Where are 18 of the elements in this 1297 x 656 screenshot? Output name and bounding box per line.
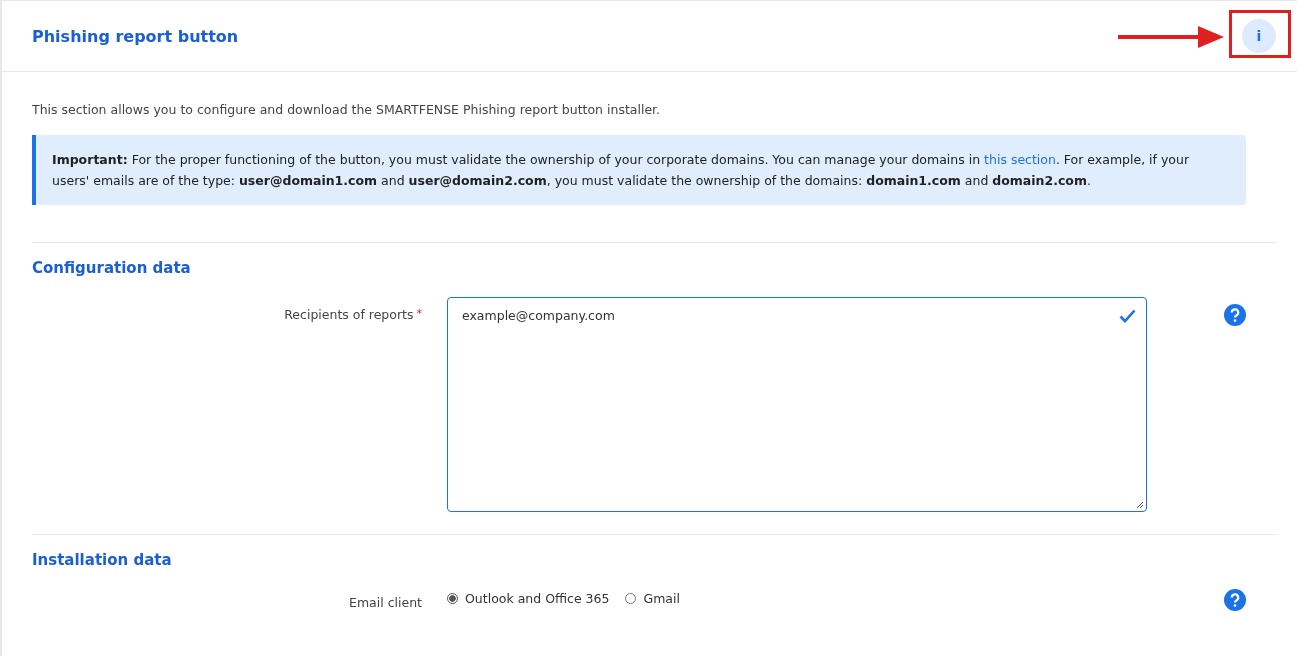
field-label: Email client: [349, 595, 422, 610]
required-mark: *: [416, 307, 422, 320]
radio-label[interactable]: Outlook and Office 365: [465, 591, 610, 606]
highlight-frame: [1229, 10, 1291, 58]
field-label: Recipients of reports: [284, 307, 414, 322]
section-title: Configuration data: [32, 259, 192, 277]
intro-text: This section allows you to configure and download the SMARTFENSE Phishing report button installer.: [32, 102, 662, 117]
domains-link[interactable]: this section: [984, 152, 1056, 167]
radio-label[interactable]: Gmail: [643, 591, 680, 606]
section-title: Installation data: [32, 551, 173, 569]
recipients-field[interactable]: example@company.com: [447, 297, 1147, 512]
notice-text: Important: For the proper functioning of the button, you must validate the ownership of your corporate domains. You can manage your domains in this section. For example, if your users' emails are of the type: user@domain1.com and user@domain2.com, you must validate the ownership of the domains: domain1.com and domain2.com.: [52, 151, 1191, 190]
resize-grip-icon[interactable]: [1136, 501, 1144, 509]
page-title: Phishing report button: [32, 26, 239, 46]
radio-button[interactable]: [447, 593, 458, 604]
info-button[interactable]: i: [1242, 19, 1276, 53]
help-icon[interactable]: [1224, 304, 1246, 326]
help-icon[interactable]: [1224, 589, 1246, 611]
